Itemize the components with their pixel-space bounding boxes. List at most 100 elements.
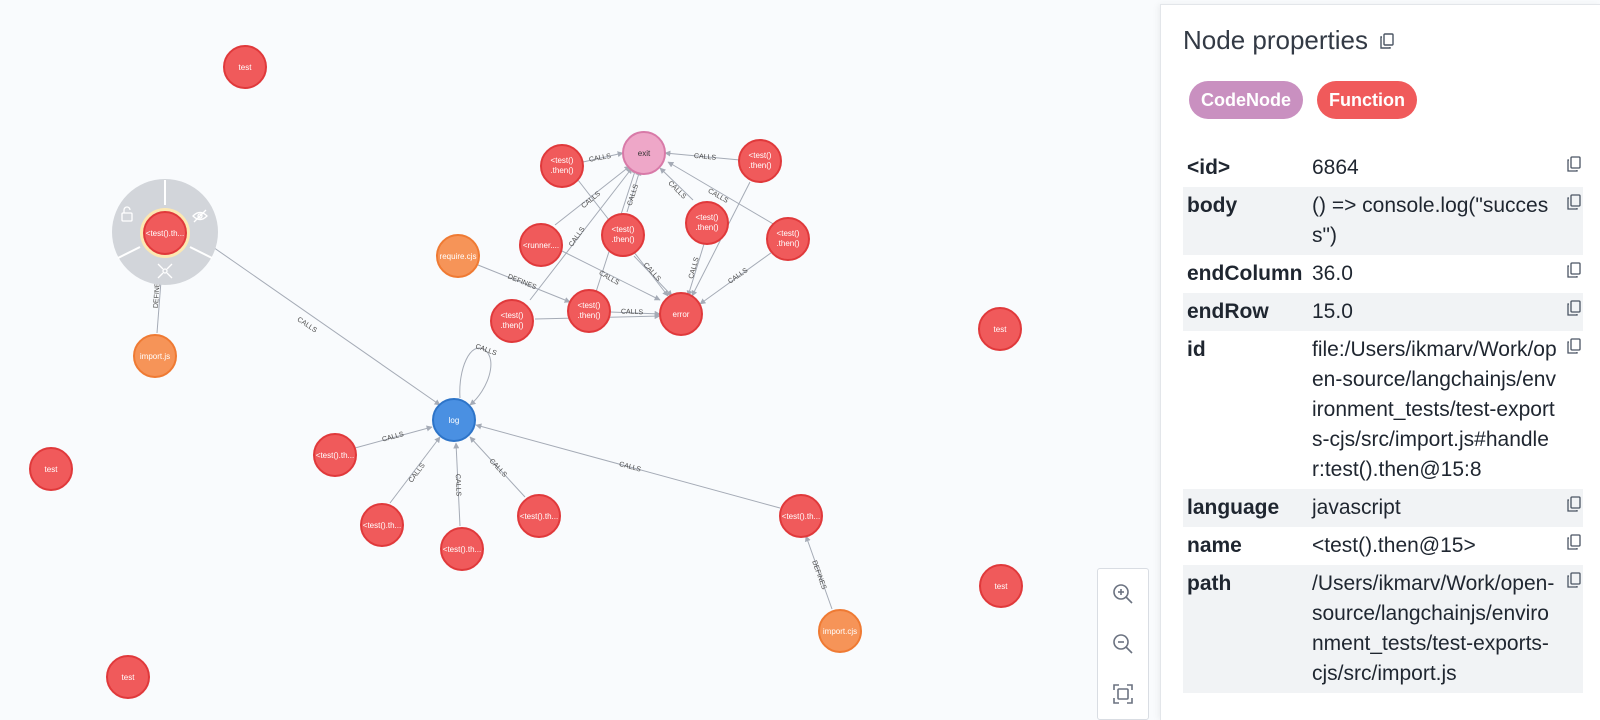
graph-node-log[interactable]: log [432,398,476,442]
property-value: javascript [1312,496,1401,519]
property-key: name [1187,534,1242,557]
property-row: <id> 6864 [1183,149,1583,187]
graph-node[interactable]: <test().then() [766,217,810,261]
zoom-in-button[interactable] [1108,579,1138,609]
rel-label: CALLS [627,183,641,207]
rel-label: CALLS [688,256,701,280]
property-key: endRow [1187,300,1269,323]
rel-selected-log[interactable] [209,244,441,406]
graph-node[interactable]: <test().th... [313,433,357,477]
node-label: exit [638,149,651,158]
copy-icon[interactable] [1565,337,1583,355]
selected-graph-node[interactable]: <test().th... [143,211,187,255]
node-label: <test() [612,225,635,234]
graph-node[interactable]: test [979,564,1023,608]
node-label: <test().th... [363,521,401,530]
graph-node[interactable]: <test().th... [779,494,823,538]
rel-label: CALLS [618,461,642,474]
node-label: <test().th... [520,512,558,521]
node-label: .then() [500,321,523,330]
relationships [156,150,833,610]
property-row: endColumn 36.0 [1183,255,1583,293]
nodes: test test test test test <test().th... i… [29,45,1023,699]
node-label: .then() [550,166,573,175]
rel-label: CALLS [381,431,405,444]
graph-node[interactable]: <test().then() [490,299,534,343]
graph-node[interactable]: <test().then() [567,289,611,333]
property-value: /Users/ikmarv/Work/open-source/langchain… [1312,572,1555,685]
rel-label: CALLS [694,153,717,162]
graph-node[interactable]: import.js [133,334,177,378]
copy-icon[interactable] [1565,495,1583,513]
rel-label: CALLS [597,270,620,287]
graph-node[interactable]: require.cjs [436,234,480,278]
node-label: require.cjs [440,252,477,261]
graph-node[interactable]: <test().then() [601,213,645,257]
property-value: file:/Users/ikmarv/Work/open-source/lang… [1312,338,1557,481]
node-label: .then() [776,239,799,248]
property-value: () => console.log("success") [1312,194,1549,247]
zoom-controls [1097,568,1149,720]
graph-node[interactable]: <test().th... [440,527,484,571]
fit-screen-button[interactable] [1108,679,1138,709]
rel-label: CALLS [727,267,749,286]
graph-node[interactable]: test [223,45,267,89]
property-row: endRow 15.0 [1183,293,1583,331]
property-key: endColumn [1187,262,1303,285]
graph-node[interactable]: <test().then() [540,144,584,188]
zoom-out-button[interactable] [1108,629,1138,659]
graph-node[interactable]: <test().then() [685,201,729,245]
copy-icon[interactable] [1565,193,1583,211]
rel-label: CALLS [296,316,319,334]
copy-icon[interactable] [1565,155,1583,173]
graph-node[interactable]: import.cjs [818,609,862,653]
rel-label: DEFINES [506,273,537,291]
graph-node[interactable]: <test().th... [360,503,404,547]
graph-node[interactable]: test [106,655,150,699]
rel-log-self[interactable] [459,347,492,406]
graph-node[interactable]: <test().then() [738,139,782,183]
node-label: log [449,416,460,425]
copy-icon[interactable] [1565,299,1583,317]
node-label: .then() [577,311,600,320]
node-label: test [45,465,59,474]
graph-node[interactable]: <runner.... [519,223,563,267]
rel-label: CALLS [488,458,508,479]
node-label: <test() [749,151,772,160]
property-row: name <test().then@15> [1183,527,1583,565]
property-key: path [1187,572,1232,595]
panel-header: Node properties [1183,25,1396,56]
node-label: .then() [611,235,634,244]
copy-icon[interactable] [1565,571,1583,589]
node-label: test [122,673,136,682]
badge-function[interactable]: Function [1317,81,1417,119]
rel-label: CALLS [621,308,644,316]
node-label: <test() [578,301,601,310]
node-label: test [995,582,1009,591]
node-label: .then() [695,223,718,232]
node-label: test [239,63,253,72]
node-properties-panel: Node properties CodeNode Function <id> 6… [1160,4,1600,720]
copy-icon[interactable] [1565,261,1583,279]
node-label: <test() [696,213,719,222]
graph-node[interactable]: <test().th... [517,494,561,538]
node-label: error [673,310,690,319]
graph-node[interactable]: test [978,307,1022,351]
property-row: id file:/Users/ikmarv/Work/open-source/l… [1183,331,1583,489]
node-label: <test() [551,156,574,165]
copy-icon[interactable] [1565,533,1583,551]
node-label: <test().th... [782,512,820,521]
copy-icon[interactable] [1378,32,1396,50]
graph-node-exit[interactable]: exit [622,131,666,175]
graph-node[interactable]: test [29,447,73,491]
node-label: <runner.... [523,241,559,250]
node-label: <test().th... [146,229,184,238]
rel-label: CALLS [454,474,462,497]
node-label: <test() [777,229,800,238]
rel-label: CALLS [474,343,498,357]
panel-title: Node properties [1183,25,1368,55]
rel-label: DEFINES [810,560,827,591]
badge-codenode[interactable]: CodeNode [1189,81,1303,119]
rel-label: CALLS [666,180,687,201]
graph-node[interactable]: error [659,292,703,336]
